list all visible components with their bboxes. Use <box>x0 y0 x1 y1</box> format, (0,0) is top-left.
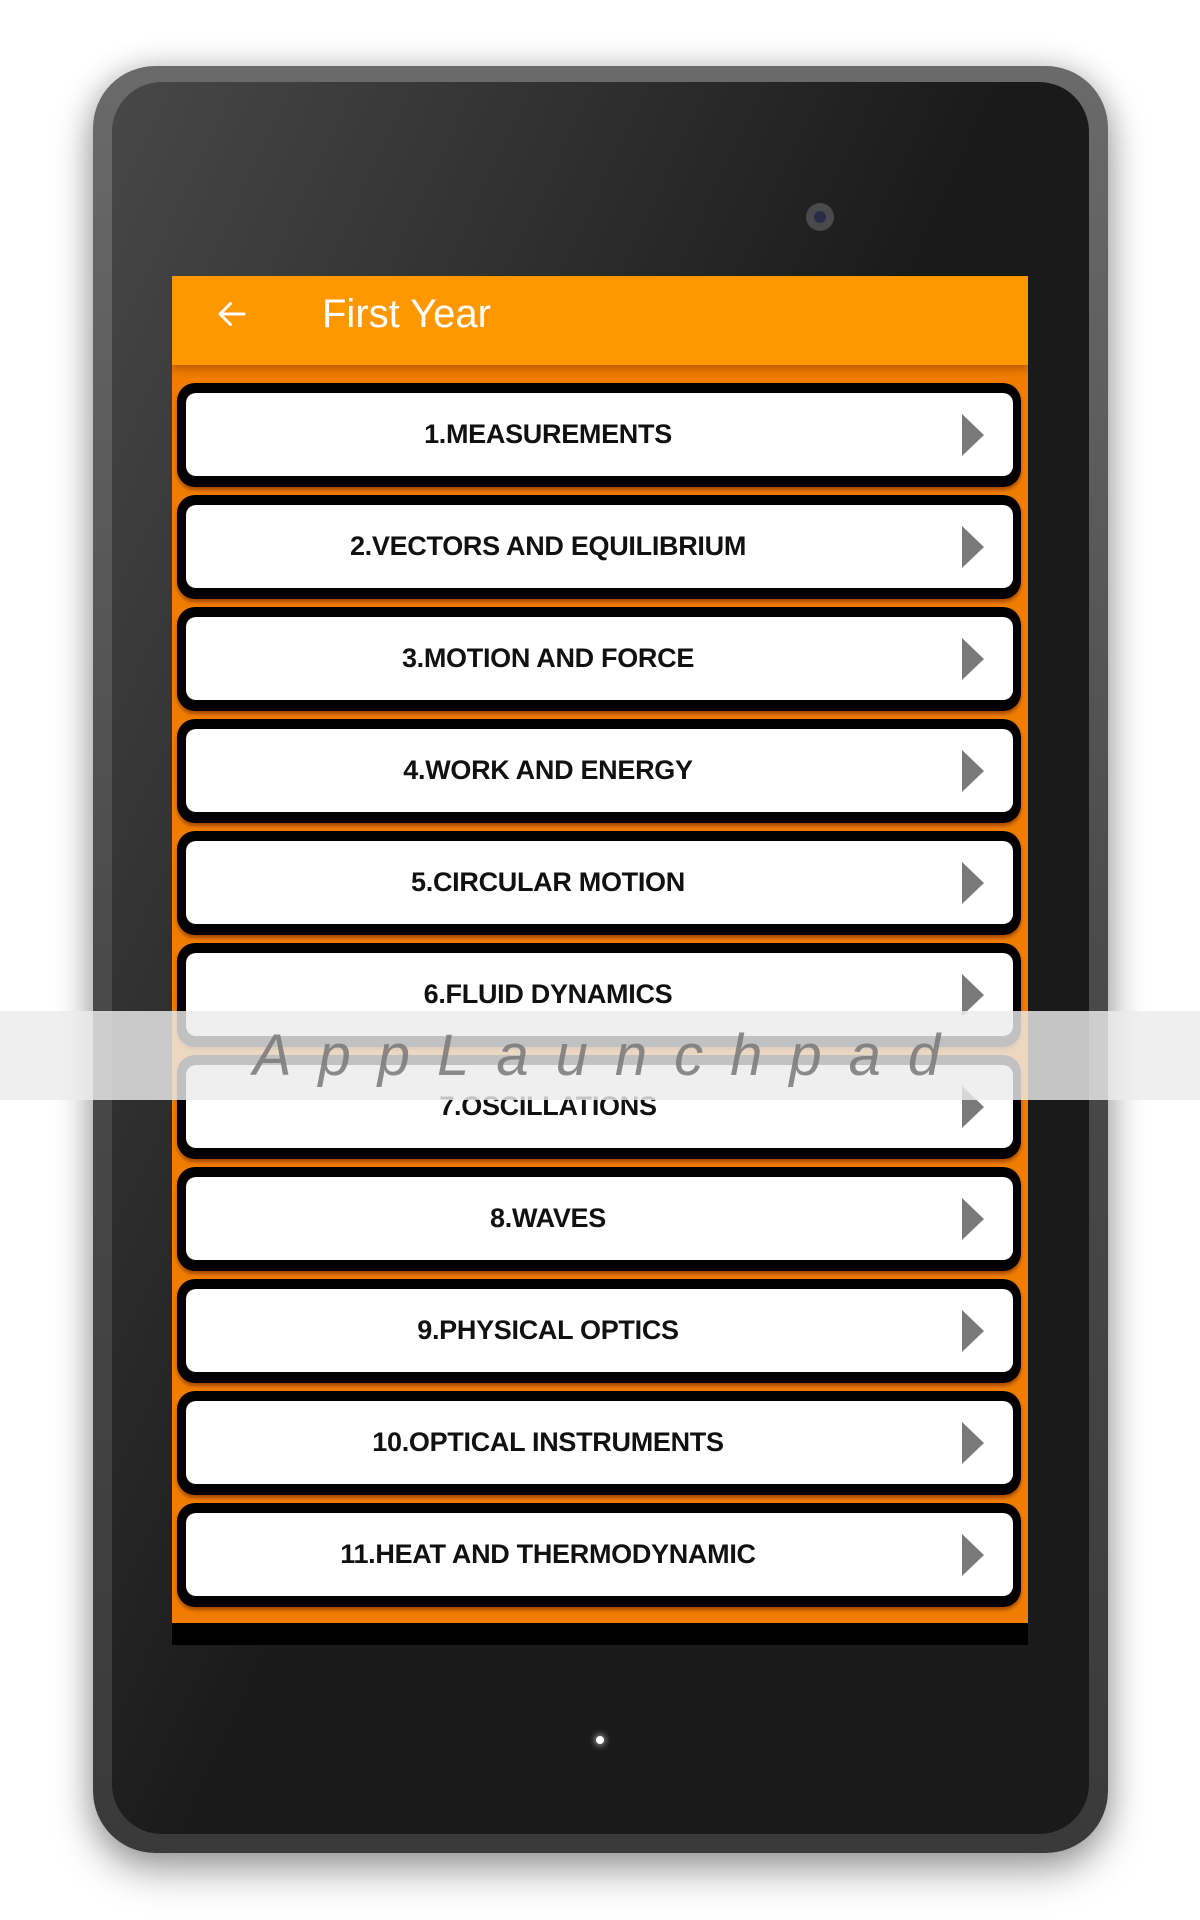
chapter-item[interactable]: 2.VECTORS AND EQUILIBRIUM <box>177 495 1021 599</box>
chapter-item-label: 3.MOTION AND FORCE <box>401 643 695 673</box>
chevron-right-icon <box>962 861 984 904</box>
chapter-item-body: 4.WORK AND ENERGY <box>186 729 1013 812</box>
watermark-text: AppLaunchpad <box>252 1023 968 1088</box>
arrow-left-icon <box>218 302 246 326</box>
chapter-item-label: 10.OPTICAL INSTRUMENTS <box>372 1427 724 1457</box>
chapter-item[interactable]: 9.PHYSICAL OPTICS <box>177 1279 1021 1383</box>
chapter-item[interactable]: 11.HEAT AND THERMODYNAMIC <box>177 1503 1021 1607</box>
chevron-right-icon <box>962 1421 984 1464</box>
chapter-item-label: 9.PHYSICAL OPTICS <box>417 1315 679 1345</box>
camera-icon <box>806 203 834 231</box>
chevron-right-icon <box>962 413 984 456</box>
app-bar: First Year <box>172 276 1028 365</box>
chapter-item-label: 5.CIRCULAR MOTION <box>411 867 685 897</box>
chapter-item[interactable]: 5.CIRCULAR MOTION <box>177 831 1021 935</box>
chapter-item[interactable]: 1.MEASUREMENTS <box>177 383 1021 487</box>
page-title: First Year <box>322 292 491 336</box>
chapter-item-body: 5.CIRCULAR MOTION <box>186 841 1013 924</box>
chapter-item-body: 2.VECTORS AND EQUILIBRIUM <box>186 505 1013 588</box>
chapter-item[interactable]: 4.WORK AND ENERGY <box>177 719 1021 823</box>
chapter-item-body: 11.HEAT AND THERMODYNAMIC <box>186 1513 1013 1596</box>
chapter-item-label: 4.WORK AND ENERGY <box>403 755 693 785</box>
chapter-item-label: 8.WAVES <box>490 1203 606 1233</box>
chevron-right-icon <box>962 1309 984 1352</box>
chapter-item-body: 8.WAVES <box>186 1177 1013 1260</box>
chapter-item[interactable]: 3.MOTION AND FORCE <box>177 607 1021 711</box>
chapter-item[interactable]: 8.WAVES <box>177 1167 1021 1271</box>
chapter-item-body: 9.PHYSICAL OPTICS <box>186 1289 1013 1372</box>
watermark-banner: AppLaunchpad <box>0 1011 1200 1100</box>
chapter-item-body: 1.MEASUREMENTS <box>186 393 1013 476</box>
chapter-item-body: 10.OPTICAL INSTRUMENTS <box>186 1401 1013 1484</box>
chevron-right-icon <box>962 525 984 568</box>
chevron-right-icon <box>962 749 984 792</box>
chapter-item[interactable]: 10.OPTICAL INSTRUMENTS <box>177 1391 1021 1495</box>
chapter-item-label: 11.HEAT AND THERMODYNAMIC <box>340 1539 756 1569</box>
chevron-right-icon <box>962 637 984 680</box>
bottom-bar <box>172 1623 1028 1645</box>
chapter-list: 1.MEASUREMENTS 2.VECTORS AND EQUILIBRIUM… <box>177 383 1021 1615</box>
chapter-item-label: 2.VECTORS AND EQUILIBRIUM <box>349 531 747 561</box>
chapter-item-body: 3.MOTION AND FORCE <box>186 617 1013 700</box>
indicator-light-icon <box>596 1736 604 1744</box>
chevron-right-icon <box>962 1533 984 1576</box>
app-screen: First Year 1.MEASUREMENTS 2.VECTORS AND … <box>172 276 1028 1645</box>
chevron-right-icon <box>962 1197 984 1240</box>
chevron-right-icon <box>962 973 984 1016</box>
back-button[interactable] <box>202 284 262 344</box>
chapter-item-label: 1.MEASUREMENTS <box>424 419 672 449</box>
